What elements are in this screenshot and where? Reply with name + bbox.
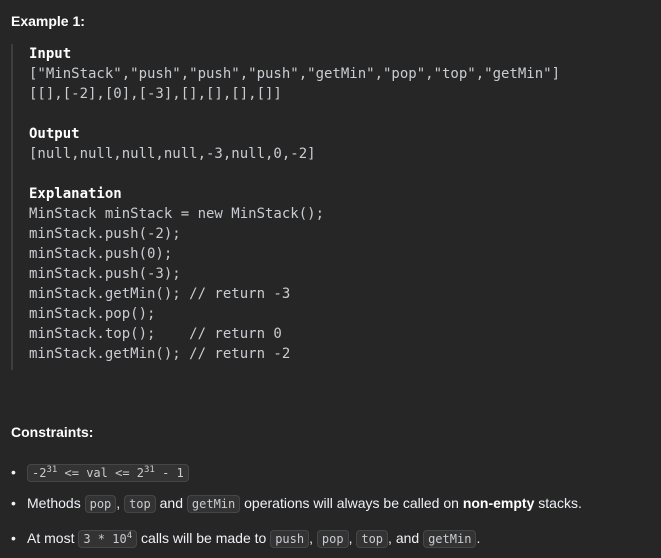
output-line: [null,null,null,null,-3,null,0,-2]	[29, 146, 316, 162]
explanation-label: Explanation	[29, 186, 122, 202]
constraints-title: Constraints:	[11, 424, 94, 440]
constraint-item-call-limit: • At most 3 * 104 calls will be made to p…	[11, 530, 481, 548]
input-label: Input	[29, 46, 72, 62]
bullet-icon: •	[11, 530, 16, 546]
example-code-block: Input ["MinStack","push","push","push","…	[11, 44, 651, 370]
inline-code: -231 <= val <= 231 - 1	[27, 464, 189, 482]
constraint-item-methods: • Methods pop, top and getMin operations …	[11, 495, 582, 513]
inline-code-top: top	[124, 495, 156, 513]
inline-code-getmin: getMin	[186, 495, 241, 513]
explanation-line: MinStack minStack = new MinStack();	[29, 206, 325, 222]
inline-code-top: top	[356, 530, 389, 548]
inline-code-push: push	[270, 530, 310, 548]
explanation-line: minStack.push(-3);	[29, 266, 181, 282]
inline-code-getmin: getMin	[423, 530, 477, 548]
explanation-line: minStack.getMin(); // return -2	[29, 346, 291, 362]
inline-code-pop: pop	[316, 530, 349, 548]
output-label: Output	[29, 126, 80, 142]
explanation-line: minStack.getMin(); // return -3	[29, 286, 291, 302]
bullet-icon: •	[11, 464, 16, 480]
inline-code-pop: pop	[84, 495, 117, 513]
example-title: Example 1:	[11, 13, 85, 29]
inline-code-limit: 3 * 104	[78, 530, 138, 548]
input-line-operations: ["MinStack","push","push","push","getMin…	[29, 66, 561, 82]
explanation-line: minStack.push(0);	[29, 246, 173, 262]
explanation-line: minStack.pop();	[29, 306, 156, 322]
bold-text: non-empty	[462, 495, 535, 511]
explanation-line: minStack.push(-2);	[29, 226, 181, 242]
explanation-line: minStack.top(); // return 0	[29, 326, 282, 342]
bullet-icon: •	[11, 495, 16, 511]
constraint-item-val-range: • -231 <= val <= 231 - 1	[11, 460, 189, 483]
input-line-arguments: [[],[-2],[0],[-3],[],[],[],[]]	[29, 86, 282, 102]
